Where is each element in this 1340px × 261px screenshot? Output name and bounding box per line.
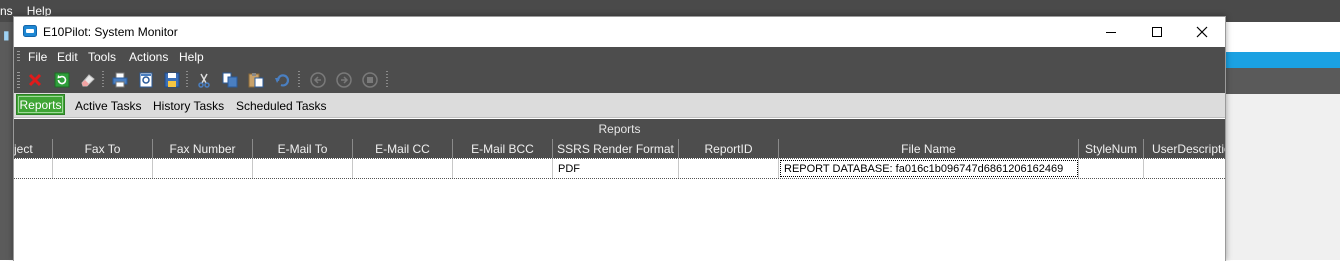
- cut-button[interactable]: [194, 70, 214, 90]
- print-preview-icon: [139, 72, 153, 88]
- menu-file[interactable]: File: [28, 50, 47, 64]
- background-app-icon: ▮: [3, 28, 10, 42]
- delete-button[interactable]: [25, 70, 45, 90]
- minimize-icon: [1106, 32, 1116, 33]
- background-app-strip: [0, 22, 14, 260]
- column-header-subject[interactable]: ject: [14, 139, 53, 158]
- close-button[interactable]: [1179, 17, 1225, 47]
- tab-active-tasks[interactable]: Active Tasks: [75, 99, 141, 113]
- save-button[interactable]: [162, 70, 182, 90]
- grid-title-label: Reports: [598, 122, 641, 136]
- window-title: E10Pilot: System Monitor: [43, 25, 178, 39]
- column-header-fax-to[interactable]: Fax To: [53, 139, 153, 158]
- app-icon: [23, 25, 37, 37]
- forward-icon: [336, 72, 352, 88]
- background-app-content: [1224, 94, 1340, 260]
- column-header-ssrs-render-format[interactable]: SSRS Render Format: [553, 139, 679, 158]
- stop-icon: [362, 72, 378, 88]
- table-row[interactable]: PDF REPORT DATABASE: fa016c1b096747d6861…: [14, 158, 1225, 179]
- maximize-button[interactable]: [1134, 17, 1180, 47]
- menu-tools[interactable]: Tools: [88, 50, 116, 64]
- tab-strip: Reports Active Tasks History Tasks Sched…: [14, 93, 1225, 118]
- column-header-email-to[interactable]: E-Mail To: [253, 139, 353, 158]
- column-header-user-description[interactable]: UserDescriptio: [1144, 139, 1225, 158]
- toolbar: [14, 67, 1225, 93]
- tab-history-tasks[interactable]: History Tasks: [153, 99, 224, 113]
- undo-button[interactable]: [272, 70, 292, 90]
- tab-scheduled-tasks[interactable]: Scheduled Tasks: [236, 99, 327, 113]
- paste-icon: [248, 73, 264, 88]
- background-app-panel: [1224, 68, 1340, 94]
- column-header-email-cc[interactable]: E-Mail CC: [353, 139, 453, 158]
- clear-icon: [81, 74, 95, 87]
- toolbar-separator: [186, 71, 188, 89]
- toolbar-separator: [102, 71, 104, 89]
- menu-bar: File Edit Tools Actions Help: [14, 47, 1225, 67]
- cell-fax-to[interactable]: [53, 159, 153, 178]
- cell-fax-number[interactable]: [153, 159, 253, 178]
- print-icon: [112, 72, 128, 88]
- back-icon: [310, 72, 326, 88]
- copy-icon: [222, 72, 238, 88]
- window-titlebar[interactable]: E10Pilot: System Monitor: [14, 17, 1225, 47]
- background-app-accent-bar: [1224, 52, 1340, 68]
- toolbar-separator: [298, 71, 300, 89]
- stop-button[interactable]: [360, 70, 380, 90]
- undo-icon: [275, 74, 290, 87]
- tab-reports[interactable]: Reports: [16, 94, 65, 115]
- cell-user-description[interactable]: [1144, 159, 1225, 178]
- menu-grip-icon[interactable]: [17, 51, 20, 63]
- toolbar-grip-icon[interactable]: [17, 72, 20, 88]
- close-icon: [1196, 26, 1208, 38]
- maximize-icon: [1152, 27, 1162, 37]
- save-icon: [164, 72, 180, 88]
- paste-button[interactable]: [246, 70, 266, 90]
- menu-help[interactable]: Help: [179, 50, 204, 64]
- refresh-button[interactable]: [52, 70, 72, 90]
- menu-edit[interactable]: Edit: [57, 50, 78, 64]
- toolbar-separator: [386, 71, 388, 89]
- delete-icon: [28, 73, 42, 87]
- refresh-icon: [54, 72, 70, 88]
- print-preview-button[interactable]: [136, 70, 156, 90]
- column-header-email-bcc[interactable]: E-Mail BCC: [453, 139, 553, 158]
- forward-button[interactable]: [334, 70, 354, 90]
- column-header-fax-number[interactable]: Fax Number: [153, 139, 253, 158]
- column-header-style-num[interactable]: StyleNum: [1079, 139, 1144, 158]
- grid-header: ject Fax To Fax Number E-Mail To E-Mail …: [14, 139, 1225, 158]
- copy-button[interactable]: [220, 70, 240, 90]
- cell-ssrs-render-format[interactable]: PDF: [553, 159, 679, 178]
- clear-button[interactable]: [78, 70, 98, 90]
- grid-empty-area[interactable]: [14, 179, 1225, 261]
- menu-actions[interactable]: Actions: [129, 50, 168, 64]
- cell-style-num[interactable]: [1079, 159, 1144, 178]
- column-header-file-name[interactable]: File Name: [779, 139, 1079, 158]
- column-header-report-id[interactable]: ReportID: [679, 139, 779, 158]
- cell-email-cc[interactable]: [353, 159, 453, 178]
- cell-email-bcc[interactable]: [453, 159, 553, 178]
- cell-subject[interactable]: [14, 159, 53, 178]
- cell-report-id[interactable]: [679, 159, 779, 178]
- cut-icon: [198, 73, 210, 88]
- cell-file-name[interactable]: REPORT DATABASE: fa016c1b096747d68612061…: [779, 159, 1079, 178]
- system-monitor-window: E10Pilot: System Monitor File Edit Tools…: [13, 16, 1226, 261]
- minimize-button[interactable]: [1088, 17, 1134, 47]
- background-menu-item[interactable]: ns: [0, 4, 13, 18]
- back-button[interactable]: [308, 70, 328, 90]
- print-button[interactable]: [110, 70, 130, 90]
- grid-band-title: Reports: [14, 119, 1225, 139]
- cell-email-to[interactable]: [253, 159, 353, 178]
